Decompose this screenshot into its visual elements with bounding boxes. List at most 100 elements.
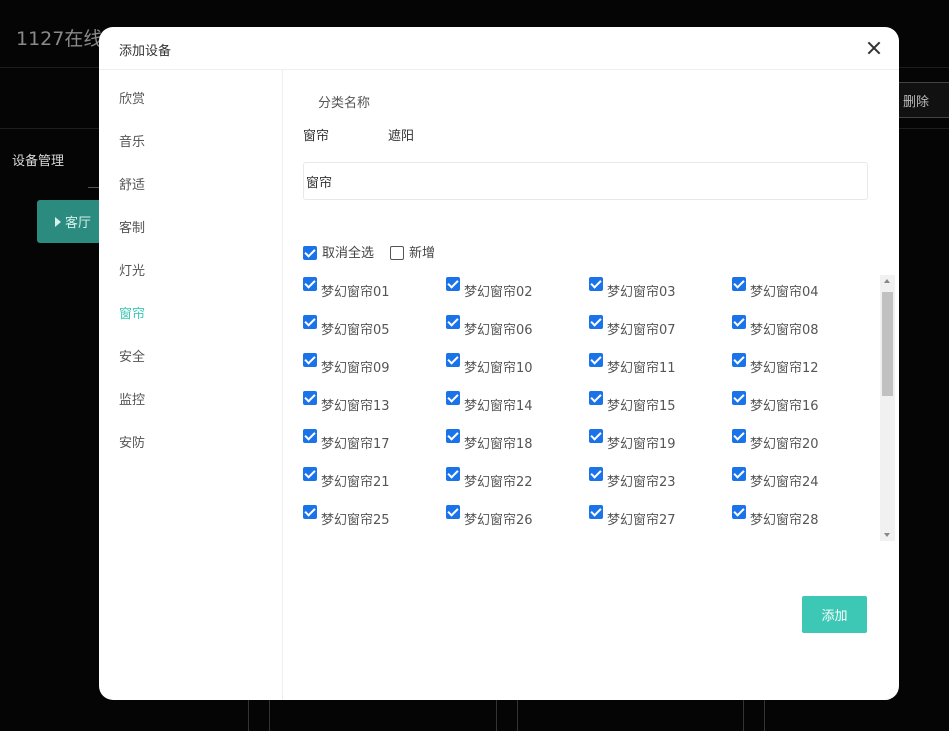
device-label: 梦幻窗帘03 [607,285,676,300]
checkbox-checked[interactable] [589,353,603,367]
device-checkbox-item[interactable]: 梦幻窗帘19 [589,427,676,452]
device-checkbox-item[interactable]: 梦幻窗帘20 [732,427,819,452]
device-checkbox-item[interactable]: 梦幻窗帘18 [446,427,533,452]
checkbox-checked[interactable] [589,315,603,329]
device-checkbox-item[interactable]: 梦幻窗帘02 [446,275,533,300]
sidebar-item[interactable]: 舒适 [119,174,145,193]
checkbox-checked[interactable] [303,391,317,405]
device-list[interactable]: 梦幻窗帘01 梦幻窗帘02 梦幻窗帘03 梦幻窗帘04 梦幻窗帘05 梦幻窗帘06 梦幻窗帘… [303,275,883,537]
category-tab-curtain[interactable]: 窗帘 [303,125,329,144]
sidebar-item[interactable]: 客制 [119,217,145,236]
checkbox-checked[interactable] [446,429,460,443]
column-divider [496,700,497,731]
checkbox-checked[interactable] [589,505,603,519]
sidebar-item[interactable]: 监控 [119,389,145,408]
checkbox-checked[interactable] [303,315,317,329]
sidebar-item[interactable]: 安全 [119,346,145,365]
close-icon[interactable] [865,39,883,57]
device-checkbox-item[interactable]: 梦幻窗帘06 [446,313,533,338]
device-checkbox-item[interactable]: 梦幻窗帘03 [589,275,676,300]
checkbox-checked[interactable] [732,391,746,405]
checkbox-checked[interactable] [303,429,317,443]
device-checkbox-item[interactable]: 梦幻窗帘14 [446,389,533,414]
device-label: 梦幻窗帘19 [607,437,676,452]
device-checkbox-item[interactable]: 梦幻窗帘16 [732,389,819,414]
device-checkbox-item[interactable]: 梦幻窗帘12 [732,351,819,376]
device-checkbox-item[interactable]: 梦幻窗帘13 [303,389,390,414]
device-checkbox-item[interactable]: 梦幻窗帘26 [446,503,533,528]
checkbox-checked[interactable] [446,505,460,519]
device-label: 梦幻窗帘18 [464,437,533,452]
checkbox-checked[interactable] [446,277,460,291]
device-checkbox-item[interactable]: 梦幻窗帘01 [303,275,390,300]
checkbox-checked[interactable] [732,277,746,291]
device-checkbox-item[interactable]: 梦幻窗帘22 [446,465,533,490]
device-checkbox-item[interactable]: 梦幻窗帘25 [303,503,390,528]
device-checkbox-item[interactable]: 梦幻窗帘04 [732,275,819,300]
add-new-checkbox[interactable]: 新增 [390,242,435,261]
checkbox-checked[interactable] [446,467,460,481]
scrollbar-thumb[interactable] [882,292,893,396]
checkbox-unchecked[interactable] [390,245,404,260]
column-divider [269,700,270,731]
checkbox-checked[interactable] [589,429,603,443]
device-label: 梦幻窗帘24 [750,475,819,490]
device-checkbox-item[interactable]: 梦幻窗帘07 [589,313,676,338]
device-label: 梦幻窗帘28 [750,513,819,528]
checkbox-checked[interactable] [303,505,317,519]
category-name-input[interactable] [303,162,868,200]
checkbox-checked[interactable] [732,315,746,329]
device-checkbox-item[interactable]: 梦幻窗帘24 [732,465,819,490]
column-divider [743,700,744,731]
deselect-all-checkbox[interactable]: 取消全选 [303,242,374,261]
checkbox-checked[interactable] [732,353,746,367]
checkbox-checked[interactable] [589,277,603,291]
device-checkbox-item[interactable]: 梦幻窗帘05 [303,313,390,338]
device-checkbox-item[interactable]: 梦幻窗帘10 [446,351,533,376]
device-checkbox-item[interactable]: 梦幻窗帘15 [589,389,676,414]
column-divider [248,700,249,731]
column-divider [517,700,518,731]
checkbox-checked[interactable] [446,391,460,405]
device-label: 梦幻窗帘15 [607,399,676,414]
sidebar-item[interactable]: 窗帘 [119,303,145,322]
category-sidebar: 欣赏音乐舒适客制灯光窗帘安全监控安防 [99,70,283,700]
device-checkbox-item[interactable]: 梦幻窗帘23 [589,465,676,490]
checkbox-checked[interactable] [303,245,317,260]
checkbox-checked[interactable] [303,353,317,367]
device-checkbox-item[interactable]: 梦幻窗帘09 [303,351,390,376]
dialog-title: 添加设备 [119,44,172,59]
category-tab-shade[interactable]: 遮阳 [388,125,414,144]
add-button[interactable]: 添加 [802,596,867,633]
sidebar-item[interactable]: 欣赏 [119,88,145,107]
device-label: 梦幻窗帘27 [607,513,676,528]
scroll-down-arrow-icon[interactable] [884,533,890,537]
device-list-scrollbar[interactable] [880,275,895,541]
device-label: 梦幻窗帘12 [750,361,819,376]
device-checkbox-item[interactable]: 梦幻窗帘28 [732,503,819,528]
scroll-up-arrow-icon[interactable] [884,279,890,283]
checkbox-checked[interactable] [446,353,460,367]
sidebar-item[interactable]: 音乐 [119,131,145,150]
device-checkbox-item[interactable]: 梦幻窗帘17 [303,427,390,452]
device-checkbox-item[interactable]: 梦幻窗帘21 [303,465,390,490]
sidebar-item[interactable]: 灯光 [119,260,145,279]
checkbox-checked[interactable] [589,467,603,481]
device-checkbox-item[interactable]: 梦幻窗帘11 [589,351,676,376]
checkbox-checked[interactable] [732,467,746,481]
checkbox-checked[interactable] [732,429,746,443]
checkbox-checked[interactable] [303,277,317,291]
checkbox-checked[interactable] [303,467,317,481]
device-label: 梦幻窗帘08 [750,323,819,338]
checkbox-checked[interactable] [732,505,746,519]
nav-item-device-management[interactable]: 设备管理 [12,150,64,169]
sidebar-item[interactable]: 安防 [119,432,145,451]
checkbox-checked[interactable] [589,391,603,405]
device-checkbox-item[interactable]: 梦幻窗帘27 [589,503,676,528]
checkbox-checked[interactable] [446,315,460,329]
device-checkbox-item[interactable]: 梦幻窗帘08 [732,313,819,338]
device-label: 梦幻窗帘02 [464,285,533,300]
room-tag[interactable]: 客厅 [37,200,107,243]
device-label: 梦幻窗帘07 [607,323,676,338]
device-label: 梦幻窗帘13 [321,399,390,414]
